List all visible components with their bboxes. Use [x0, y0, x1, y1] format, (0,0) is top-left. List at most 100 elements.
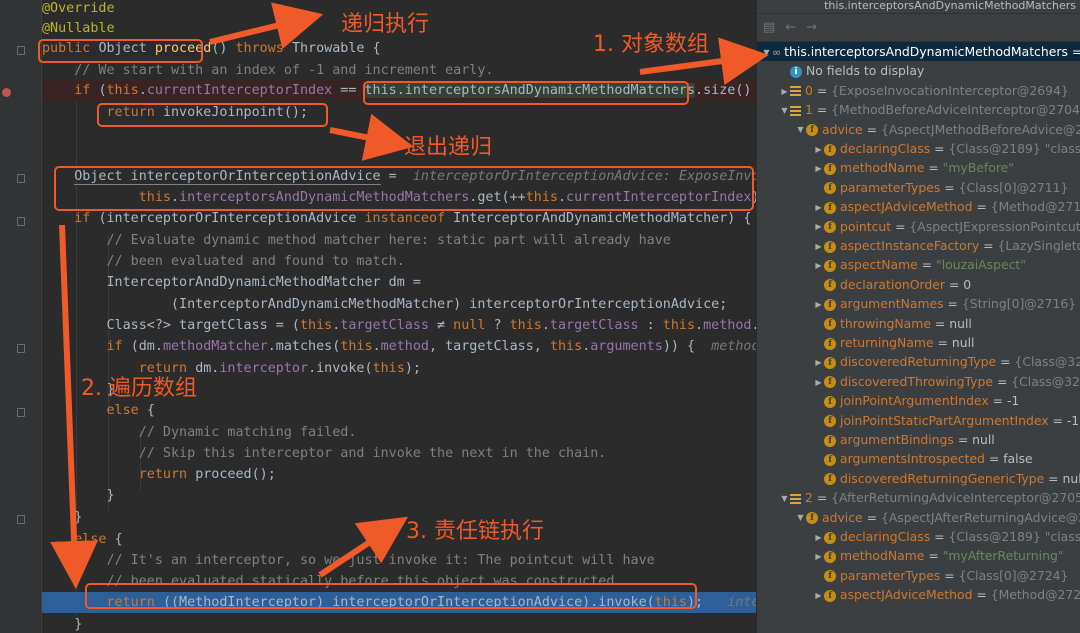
code-line[interactable]: if (interceptorOrInterceptionAdvice inst… — [42, 208, 756, 229]
expand-right-icon[interactable]: ▶ — [813, 237, 824, 256]
tree-node[interactable]: ▶ 0 = {ExposeInvocationInterceptor@2694} — [757, 81, 1080, 100]
editor-gutter[interactable] — [0, 0, 42, 633]
fold-icon[interactable] — [17, 515, 25, 524]
tree-node[interactable]: f throwingName = null — [757, 314, 1080, 333]
tree-node[interactable]: ▶f discoveredReturningType = {Class@328} — [757, 352, 1080, 371]
expand-right-icon[interactable]: ▶ — [813, 217, 824, 236]
tree-node[interactable]: ▶ f argumentNames = {String[0]@2716} — [757, 294, 1080, 313]
fold-icon[interactable] — [17, 217, 25, 226]
tree-node[interactable]: f discoveredReturningGenericType = null — [757, 469, 1080, 488]
code-line[interactable]: Class<?> targetClass = (this.targetClass… — [42, 315, 757, 336]
tree-node[interactable]: ▶f pointcut = {AspectJExpressionPointcut@… — [757, 217, 1080, 236]
tree-node[interactable]: f argumentBindings = null — [757, 430, 1080, 449]
tree-node[interactable]: f joinPointArgumentIndex = -1 — [757, 391, 1080, 410]
code-line[interactable]: return proceed(); — [42, 464, 756, 485]
code-line[interactable] — [42, 124, 756, 145]
code-line[interactable]: // been evaluated and found to match. — [42, 251, 756, 272]
tree-node[interactable]: f joinPointStaticPartArgumentIndex = -1 — [757, 411, 1080, 430]
layout-icon[interactable]: ▤ — [763, 20, 775, 35]
variables-tree[interactable]: ▼ ∞ this.interceptorsAndDynamicMethodMatch… — [757, 42, 1080, 633]
field-icon: f — [824, 337, 836, 350]
tree-node-selected[interactable]: ▼ ∞ this.interceptorsAndDynamicMethodMatch… — [757, 42, 1080, 62]
code-line[interactable]: } — [42, 507, 756, 528]
variable-name: argumentNames — [840, 296, 944, 312]
expand-right-icon[interactable]: ▶ — [813, 140, 824, 159]
expand-right-icon[interactable]: ▶ — [813, 256, 824, 275]
equals-sign: = — [988, 393, 1007, 409]
variable-value: {Class@328} — [1014, 354, 1080, 370]
expand-right-icon[interactable]: ▶ — [813, 353, 824, 372]
expand-down-icon[interactable]: ▼ — [795, 508, 806, 527]
tree-node[interactable]: ▶f aspectJAdviceMethod = {Method@2712} "p… — [757, 197, 1080, 216]
code-line[interactable]: if (dm.methodMatcher.matches(this.method… — [42, 336, 757, 357]
tree-node[interactable]: ▼ f advice = {AspectJAfterReturningAdvice@… — [757, 508, 1080, 527]
breakpoint-icon[interactable] — [2, 88, 11, 97]
code-token: interceptorOrInterceptionAdvice: ExposeI… — [727, 595, 756, 610]
code-line[interactable]: else { — [42, 529, 756, 550]
tree-node[interactable]: f returningName = null — [757, 333, 1080, 352]
fold-icon[interactable] — [17, 408, 25, 417]
code-token: @Override — [42, 1, 115, 16]
variable-name: declaringClass — [840, 141, 931, 156]
tree-node[interactable]: ▶ f methodName = "myBefore" — [757, 158, 1080, 177]
fold-icon[interactable] — [17, 174, 25, 183]
tree-node[interactable]: ▶f declaringClass = {Class@2189} "class c… — [757, 527, 1080, 546]
expand-right-icon[interactable]: ▶ — [813, 528, 824, 547]
tree-node[interactable]: f declarationOrder = 0 — [757, 275, 1080, 294]
watch-icon: ∞ — [772, 45, 782, 59]
equals-sign: = — [812, 102, 832, 118]
field-icon: f — [824, 143, 836, 156]
variable-name: parameterTypes — [840, 179, 941, 195]
tree-node[interactable]: ▶f discoveredThrowingType = {Class@328} — [757, 372, 1080, 391]
code-line[interactable]: // Dynamic matching failed. — [42, 422, 756, 443]
code-token: // It's an interceptor, so we just invok… — [106, 553, 655, 568]
tree-node[interactable]: ▶f declaringClass = {Class@2189} "class c… — [757, 139, 1080, 158]
code-line[interactable]: // Skip this interceptor and invoke the … — [42, 443, 756, 464]
code-line[interactable]: else { — [42, 400, 756, 421]
code-line[interactable]: InterceptorAndDynamicMethodMatcher dm = — [42, 272, 756, 293]
fold-icon[interactable] — [17, 46, 25, 55]
variable-name: discoveredReturningType — [840, 354, 997, 370]
code-token: instanceof — [364, 211, 454, 226]
expand-right-icon[interactable]: ▶ — [813, 295, 824, 314]
code-line[interactable]: } — [42, 614, 756, 633]
tree-node[interactable]: ▶f aspectJAdviceMethod = {Method@2725} — [757, 585, 1080, 604]
tree-node[interactable]: ▼ 2 = {AfterReturningAdviceInterceptor@27… — [757, 488, 1080, 507]
expand-down-icon[interactable]: ▼ — [779, 489, 790, 508]
debugger-variables-panel[interactable]: this.interceptorsAndDynamicMethodMatcher… — [756, 0, 1080, 633]
expand-right-icon[interactable]: ▶ — [813, 373, 824, 392]
tree-node[interactable]: ▶ f methodName = "myAfterReturning" — [757, 546, 1080, 565]
tree-node[interactable]: f parameterTypes = {Class[0]@2711} — [757, 178, 1080, 197]
fold-icon[interactable] — [17, 344, 25, 353]
tree-node[interactable]: i No fields to display — [757, 61, 1080, 80]
code-line[interactable]: (InterceptorAndDynamicMethodMatcher) int… — [42, 294, 756, 315]
equals-sign: = — [972, 199, 991, 215]
tree-node[interactable]: ▼ 1 = {MethodBeforeAdviceInterceptor@2704… — [757, 100, 1080, 119]
expand-down-icon[interactable]: ▼ — [779, 101, 790, 120]
variable-name: declaringClass — [840, 529, 931, 544]
expand-right-icon[interactable]: ▶ — [813, 159, 824, 178]
expand-right-icon[interactable]: ▶ — [813, 547, 824, 566]
code-line[interactable]: // We start with an index of -1 and incr… — [42, 60, 756, 81]
tree-node[interactable]: ▼fadvice = {AspectJMethodBeforeAdvice@27… — [757, 120, 1080, 139]
code-line[interactable]: // Evaluate dynamic method matcher here:… — [42, 230, 756, 251]
expand-right-icon[interactable]: ▶ — [813, 586, 824, 605]
code-line[interactable]: // It's an interceptor, so we just invok… — [42, 550, 756, 571]
expand-right-icon[interactable]: ▶ — [813, 198, 824, 217]
expand-down-icon[interactable]: ▼ — [761, 43, 772, 62]
tree-node[interactable]: f parameterTypes = {Class[0]@2724} — [757, 566, 1080, 585]
variable-name: throwingName — [840, 315, 931, 331]
tree-node[interactable]: f argumentsIntrospected = false — [757, 449, 1080, 468]
code-line[interactable]: } — [42, 485, 756, 506]
equals-sign: = — [984, 451, 1004, 467]
tree-node[interactable]: ▶ f aspectName = "louzaiAspect" — [757, 255, 1080, 274]
expand-right-icon[interactable]: ▶ — [779, 82, 790, 101]
code-editor[interactable]: @Override @Nullable public Object proceed(… — [0, 0, 756, 633]
expand-down-icon[interactable]: ▼ — [795, 120, 806, 139]
tree-node[interactable]: ▶f aspectInstanceFactory = {LazySingleton… — [757, 236, 1080, 255]
code-token: dm. — [195, 361, 220, 376]
forward-arrow-icon[interactable]: → — [806, 20, 817, 35]
back-arrow-icon[interactable]: ← — [785, 20, 796, 35]
code-token: . — [541, 318, 550, 333]
